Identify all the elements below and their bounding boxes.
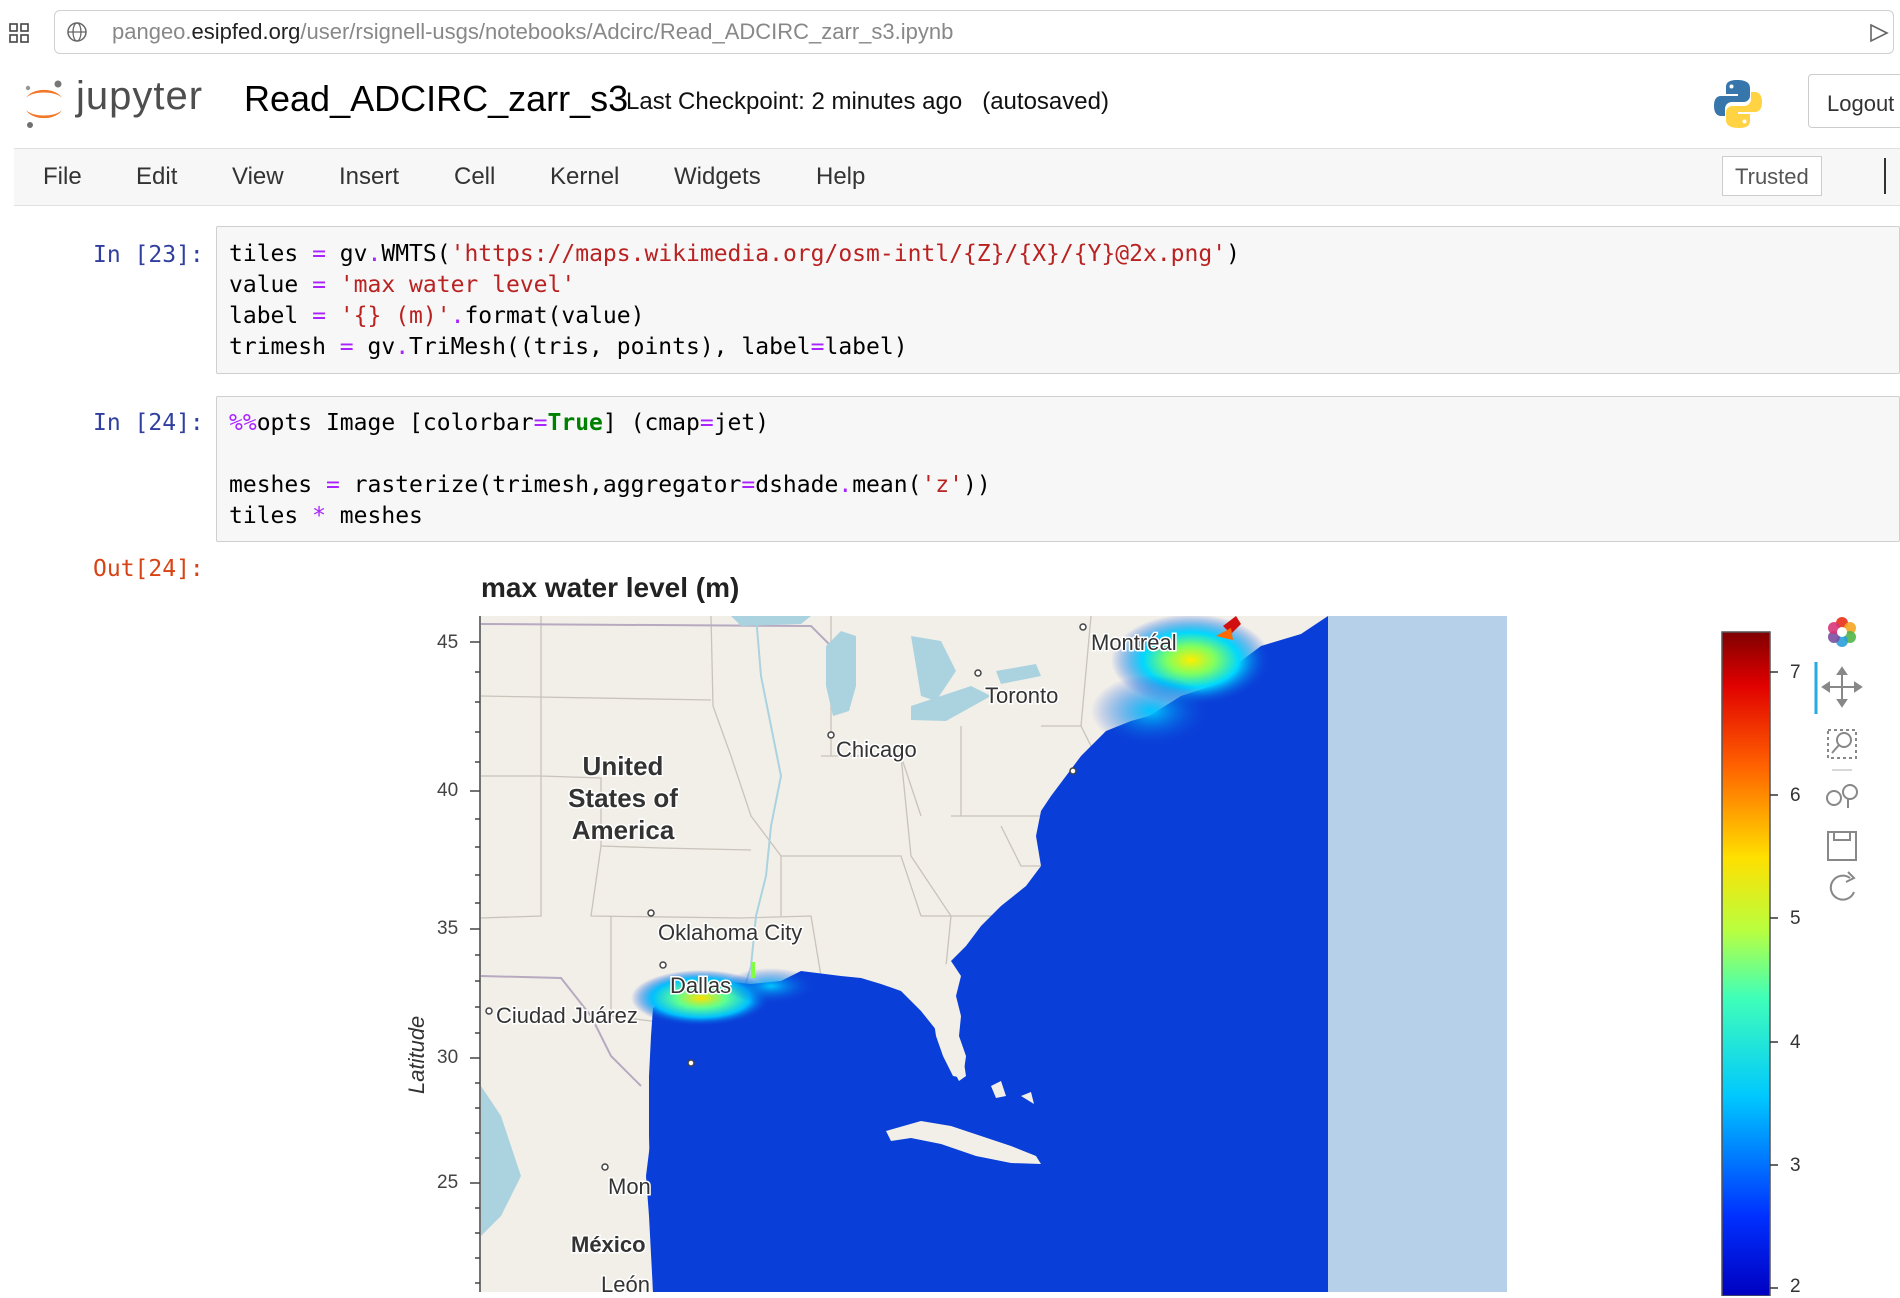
menu-insert[interactable]: Insert [339,163,399,191]
colorbar-tick: 6 [1790,785,1801,806]
reset-icon[interactable] [1829,871,1856,901]
menu-widgets[interactable]: Widgets [674,163,761,191]
label-chicago: Chicago [836,737,917,762]
kernel-indicator [1884,158,1886,194]
cell-23-code[interactable]: tiles = gv.WMTS('https://maps.wikimedia.… [229,239,1240,363]
url-domain: esipfed.org [191,19,301,44]
y-tick-label: 45 [437,632,459,653]
colorbar-tick: 4 [1790,1032,1801,1053]
label-leon: León [601,1272,650,1292]
notebook-title[interactable]: Read_ADCIRC_zarr_s3 [244,78,628,120]
colorbar-tick: 5 [1790,908,1801,929]
label-mexico: México [571,1232,646,1257]
y-tick-label: 30 [437,1047,459,1068]
label-usa-3: America [572,815,675,845]
menu-cell[interactable]: Cell [454,163,495,191]
tabs-grid-icon[interactable] [8,22,30,44]
out-24-prompt: Out[24]: [93,556,204,582]
globe-icon [67,22,87,42]
colorbar-tick: 7 [1790,662,1801,683]
label-montreal: Montréal [1091,630,1177,655]
python-kernel-icon [1714,80,1762,128]
menubar [14,148,1900,206]
checkpoint-text: Last Checkpoint: 2 minutes ago [626,88,963,115]
plot-toolbar [1814,617,1863,901]
unmeshed-ocean [1328,616,1507,1292]
label-monterrey: Mon [608,1174,651,1199]
bokeh-logo-icon[interactable] [1828,617,1856,647]
menu-view[interactable]: View [232,163,284,191]
jupyter-logo-icon[interactable] [20,78,68,130]
url-prefix: pangeo. [112,19,192,44]
cell-23-prompt: In [23]: [93,242,204,268]
label-toronto: Toronto [985,683,1058,708]
colorbar-tick: 3 [1790,1155,1801,1176]
label-usa-1: United [583,751,664,781]
menu-help[interactable]: Help [816,163,865,191]
map-canvas[interactable]: Montréal Toronto Chicago Oklahoma City D… [481,616,1507,1292]
autosaved-text: (autosaved) [982,88,1109,115]
colorbar-tick: 2 [1790,1276,1801,1297]
save-icon[interactable] [1827,831,1857,861]
menu-edit[interactable]: Edit [136,163,177,191]
y-tick-label: 35 [437,918,459,939]
url-path: /user/rsignell-usgs/notebooks/Adcirc/Rea… [300,19,954,44]
surge-streak [751,962,755,978]
label-dallas: Dallas [670,973,731,998]
checkpoint-status: Last Checkpoint: 2 minutes ago (autosave… [626,88,1109,116]
pan-icon[interactable] [1821,666,1863,708]
wheel-zoom-icon[interactable] [1826,784,1858,808]
nearshore-louisiana [726,968,816,1004]
menu-kernel[interactable]: Kernel [550,163,619,191]
y-tick-label: 25 [437,1172,459,1193]
map-plot[interactable]: Montréal Toronto Chicago Oklahoma City D… [481,616,1507,1292]
label-usa-2: States of [568,783,678,813]
colorbar-gradient [1721,631,1771,1296]
reader-mode-icon[interactable] [1868,22,1890,44]
nearshore-new-england [1091,675,1211,747]
y-axis [470,616,481,1292]
box-zoom-icon[interactable] [1827,729,1857,759]
url-text[interactable]: pangeo.esipfed.org/user/rsignell-usgs/no… [112,19,953,45]
label-oklahoma-city: Oklahoma City [658,920,802,945]
plot-title: max water level (m) [481,572,740,603]
trusted-indicator[interactable]: Trusted [1722,156,1822,196]
colorbar [1721,631,1778,1296]
y-tick-label: 40 [437,780,459,801]
jupyter-logo-text: jupyter [76,74,204,118]
menu-file[interactable]: File [43,163,82,191]
cell-24-code[interactable]: %%opts Image [colorbar=True] (cmap=jet) … [229,408,991,532]
label-ciudad-juarez: Ciudad Juárez [496,1003,638,1028]
cell-24-prompt: In [24]: [93,410,204,436]
logout-button[interactable]: Logout [1808,74,1900,128]
